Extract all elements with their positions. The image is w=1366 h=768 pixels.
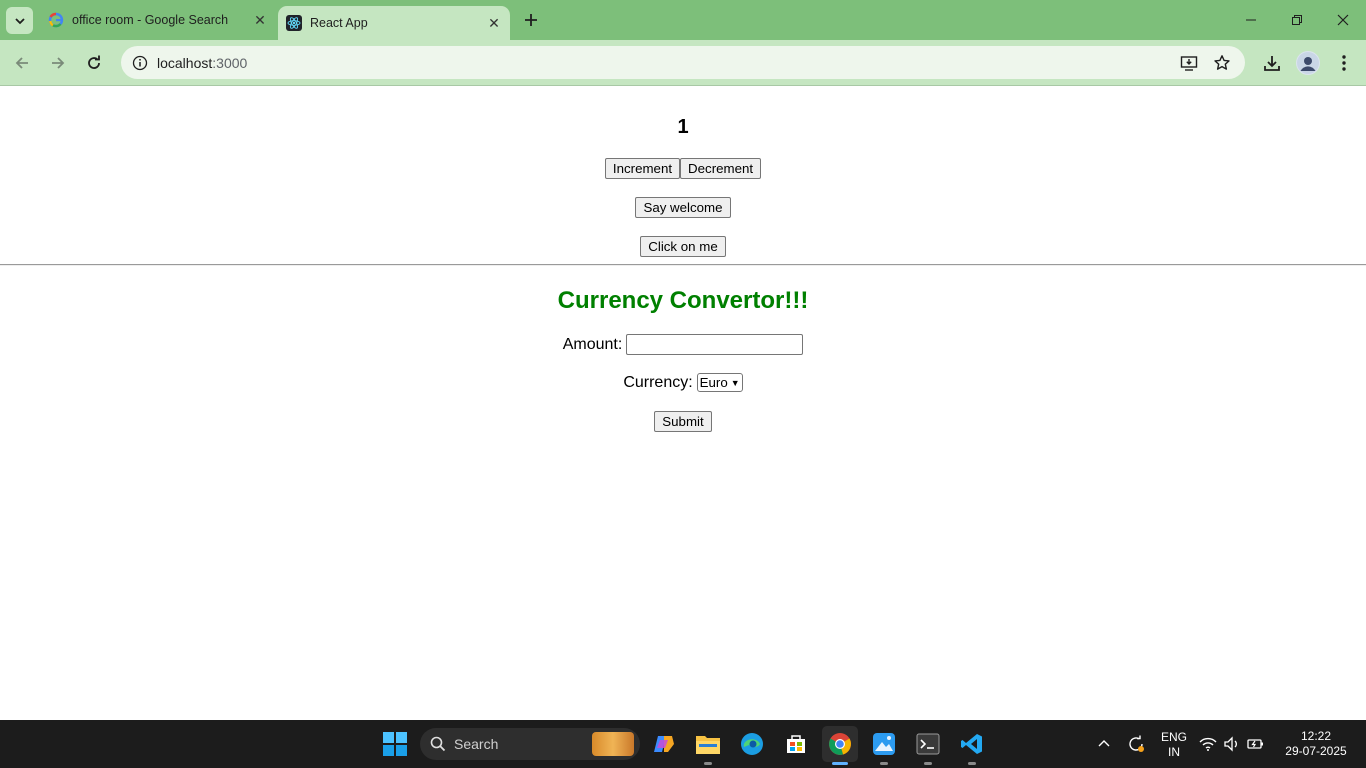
url-host: localhost xyxy=(157,55,213,71)
click-row: Click on me xyxy=(0,236,1366,257)
arrow-left-icon xyxy=(15,57,28,69)
tab-react-app[interactable]: React App ✕ xyxy=(278,6,510,40)
photos-app-icon[interactable] xyxy=(866,726,902,762)
active-indicator xyxy=(832,762,848,765)
chrome-browser-icon[interactable] xyxy=(822,726,858,762)
converter-title: Currency Convertor!!! xyxy=(557,287,809,314)
running-indicator xyxy=(704,762,712,765)
reload-button[interactable] xyxy=(80,49,108,77)
forward-button[interactable] xyxy=(44,49,72,77)
search-placeholder: Search xyxy=(454,736,499,752)
google-g-icon xyxy=(48,12,64,28)
horizontal-divider xyxy=(0,264,1366,266)
close-window-button[interactable] xyxy=(1320,0,1366,40)
currency-selected-value: Euro xyxy=(699,375,728,390)
install-app-icon[interactable] xyxy=(1179,53,1199,73)
restore-icon xyxy=(1292,15,1302,25)
running-indicator xyxy=(968,762,976,765)
sync-status-icon[interactable] xyxy=(1118,726,1154,762)
arrow-right-icon xyxy=(52,57,65,69)
microsoft-store-icon[interactable] xyxy=(778,726,814,762)
tab-title: React App xyxy=(310,16,368,30)
chevron-down-icon: ▼ xyxy=(730,377,740,388)
currency-select[interactable]: Euro ▼ xyxy=(696,373,743,392)
chevron-down-icon xyxy=(14,17,25,24)
submit-row: Submit xyxy=(0,411,1366,432)
chevron-up-icon xyxy=(1098,740,1110,747)
tab-search-button[interactable] xyxy=(6,7,33,34)
reload-icon xyxy=(88,55,100,69)
volume-icon xyxy=(1224,736,1237,752)
tab-title: office room - Google Search xyxy=(72,13,229,27)
amount-label: Amount: xyxy=(562,335,623,353)
decrement-button[interactable]: Decrement xyxy=(680,158,762,179)
browser-toolbar: localhost:3000 xyxy=(0,40,1366,86)
site-info-icon[interactable] xyxy=(127,50,152,75)
new-tab-button[interactable] xyxy=(519,8,543,32)
click-on-me-button[interactable]: Click on me xyxy=(640,236,726,257)
url-text: localhost:3000 xyxy=(157,55,247,71)
react-icon xyxy=(286,15,302,31)
running-indicator xyxy=(880,762,888,765)
welcome-row: Say welcome xyxy=(0,197,1366,218)
windows-logo-icon xyxy=(383,732,407,756)
close-tab-icon[interactable]: ✕ xyxy=(250,10,270,30)
language-indicator[interactable]: ENG IN xyxy=(1158,730,1190,760)
battery-icon xyxy=(1247,739,1263,749)
running-indicator xyxy=(924,762,932,765)
language-line1: ENG xyxy=(1160,730,1187,744)
clock-time: 12:22 xyxy=(1300,729,1332,743)
say-welcome-button[interactable]: Say welcome xyxy=(635,197,731,218)
plus-icon xyxy=(525,14,537,26)
increment-button[interactable]: Increment xyxy=(604,158,681,179)
language-line2: IN xyxy=(1168,745,1180,759)
file-explorer-icon[interactable] xyxy=(690,726,726,762)
clock[interactable]: 12:22 29-07-2025 xyxy=(1282,729,1350,759)
close-tab-icon[interactable]: ✕ xyxy=(484,13,504,33)
wifi-icon xyxy=(1199,737,1217,751)
profile-avatar-icon[interactable] xyxy=(1296,51,1320,75)
downloads-icon[interactable] xyxy=(1260,51,1284,75)
url-port: :3000 xyxy=(212,55,248,71)
start-button[interactable] xyxy=(377,726,413,762)
currency-row: Currency: Euro ▼ xyxy=(0,373,1366,392)
show-hidden-icons-button[interactable] xyxy=(1086,726,1122,762)
counter-value: 1 xyxy=(677,116,689,138)
windows-taskbar: Search ENG IN 12:22 29-07-2025 xyxy=(0,720,1366,768)
vscode-icon[interactable] xyxy=(954,726,990,762)
taskbar-search[interactable]: Search xyxy=(420,728,640,760)
currency-label: Currency: xyxy=(623,373,693,391)
back-button[interactable] xyxy=(8,49,36,77)
copilot-icon[interactable] xyxy=(646,726,682,762)
page-viewport: 1 Increment Decrement Say welcome Click … xyxy=(0,87,1366,720)
terminal-icon[interactable] xyxy=(910,726,946,762)
more-menu-icon[interactable] xyxy=(1332,51,1356,75)
clock-date: 29-07-2025 xyxy=(1285,744,1347,758)
search-highlight-image xyxy=(592,732,634,756)
tab-google-search[interactable]: office room - Google Search ✕ xyxy=(40,0,276,40)
restore-button[interactable] xyxy=(1274,0,1320,40)
submit-button[interactable]: Submit xyxy=(654,411,712,432)
amount-row: Amount: xyxy=(0,334,1366,355)
bookmark-star-icon[interactable] xyxy=(1212,53,1232,73)
close-icon xyxy=(1337,14,1349,26)
minimize-button[interactable] xyxy=(1228,0,1274,40)
edge-browser-icon[interactable] xyxy=(734,726,770,762)
browser-tabstrip: office room - Google Search ✕ React App … xyxy=(0,0,1366,40)
counter-buttons: Increment Decrement xyxy=(0,158,1366,179)
amount-input[interactable] xyxy=(626,334,804,355)
minimize-icon xyxy=(1246,19,1256,21)
search-icon xyxy=(430,736,446,752)
address-bar[interactable]: localhost:3000 xyxy=(121,46,1245,79)
quick-settings-button[interactable] xyxy=(1194,726,1270,762)
